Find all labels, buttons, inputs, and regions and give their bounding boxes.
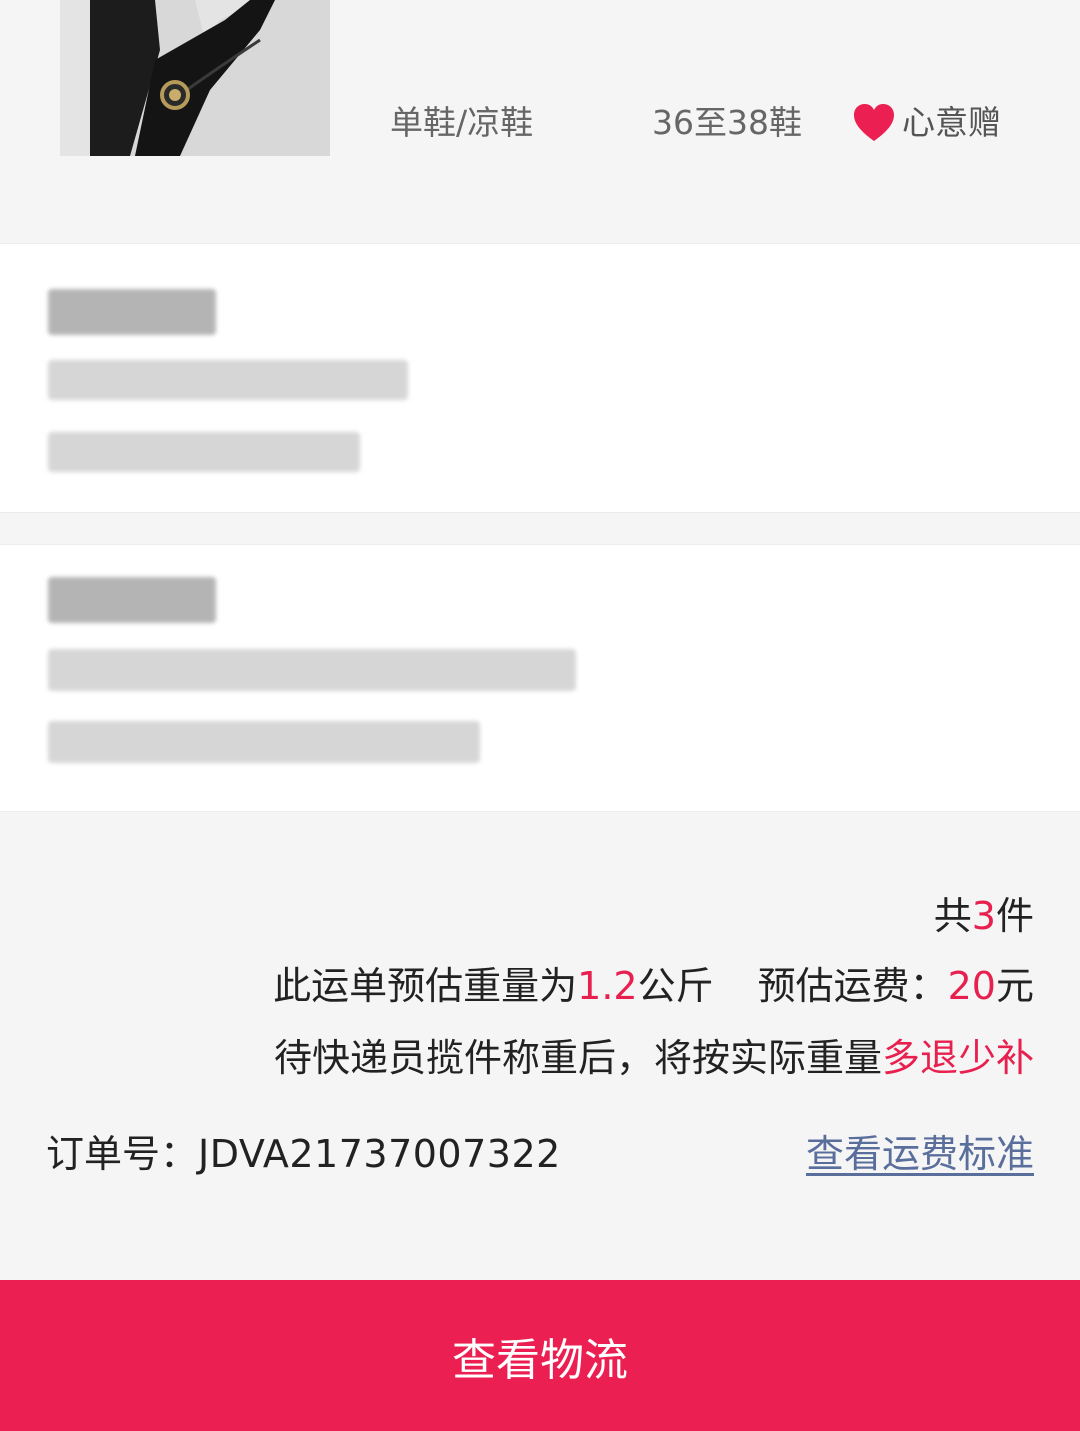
order-number-row: 订单号：JDVA21737007322 查看运费标准: [46, 1128, 1034, 1180]
notice-text: 待快递员揽件称重后，将按实际重量: [273, 1036, 882, 1080]
weight-unit: 公斤: [637, 964, 714, 1008]
item-total: 共3件: [934, 890, 1034, 942]
sender-name-obscured: [48, 289, 216, 335]
fee-standard-link[interactable]: 查看运费标准: [806, 1128, 1034, 1180]
heart-icon: [854, 104, 894, 141]
gift-tag[interactable]: 心意赠: [852, 100, 1001, 146]
product-image[interactable]: [60, 0, 330, 156]
notice-highlight: 多退少补: [881, 1036, 1034, 1080]
item-total-suffix: 件: [995, 894, 1034, 938]
product-size: 36至38鞋: [652, 103, 802, 142]
order-number-label: 订单号：: [46, 1132, 199, 1176]
view-logistics-button[interactable]: 查看物流: [0, 1280, 1080, 1431]
receiver-phone-obscured: [48, 649, 576, 691]
sender-address-card[interactable]: [0, 243, 1080, 513]
order-detail-page: 单鞋/凉鞋 36至38鞋 心意赠 共3件 此运单预估重量为1.2公斤 预估运费：2…: [0, 0, 1080, 1431]
item-count: 3: [971, 894, 996, 938]
weight-notice: 待快递员揽件称重后，将按实际重量多退少补: [274, 1032, 1034, 1084]
product-item[interactable]: 单鞋/凉鞋 36至38鞋 心意赠: [0, 0, 1080, 243]
weight-fee-line: 此运单预估重量为1.2公斤 预估运费：20元: [273, 960, 1034, 1012]
weight-value: 1.2: [577, 964, 638, 1008]
sender-phone-obscured: [48, 360, 408, 400]
weight-prefix: 此运单预估重量为: [273, 964, 578, 1008]
receiver-name-obscured: [48, 577, 216, 623]
fee-value: 20: [947, 964, 996, 1008]
receiver-address-card[interactable]: [0, 544, 1080, 812]
fee-unit: 元: [995, 964, 1034, 1008]
sender-address-obscured: [48, 432, 360, 472]
order-summary: 共3件 此运单预估重量为1.2公斤 预估运费：20元 待快递员揽件称重后，将按实际…: [0, 812, 1080, 1280]
item-total-prefix: 共: [933, 894, 972, 938]
order-number: JDVA21737007322: [198, 1132, 561, 1176]
product-category: 单鞋/凉鞋: [390, 103, 534, 142]
fee-label: 预估运费：: [757, 964, 948, 1008]
gift-label: 心意赠: [902, 103, 1001, 142]
receiver-address-obscured: [48, 721, 480, 763]
